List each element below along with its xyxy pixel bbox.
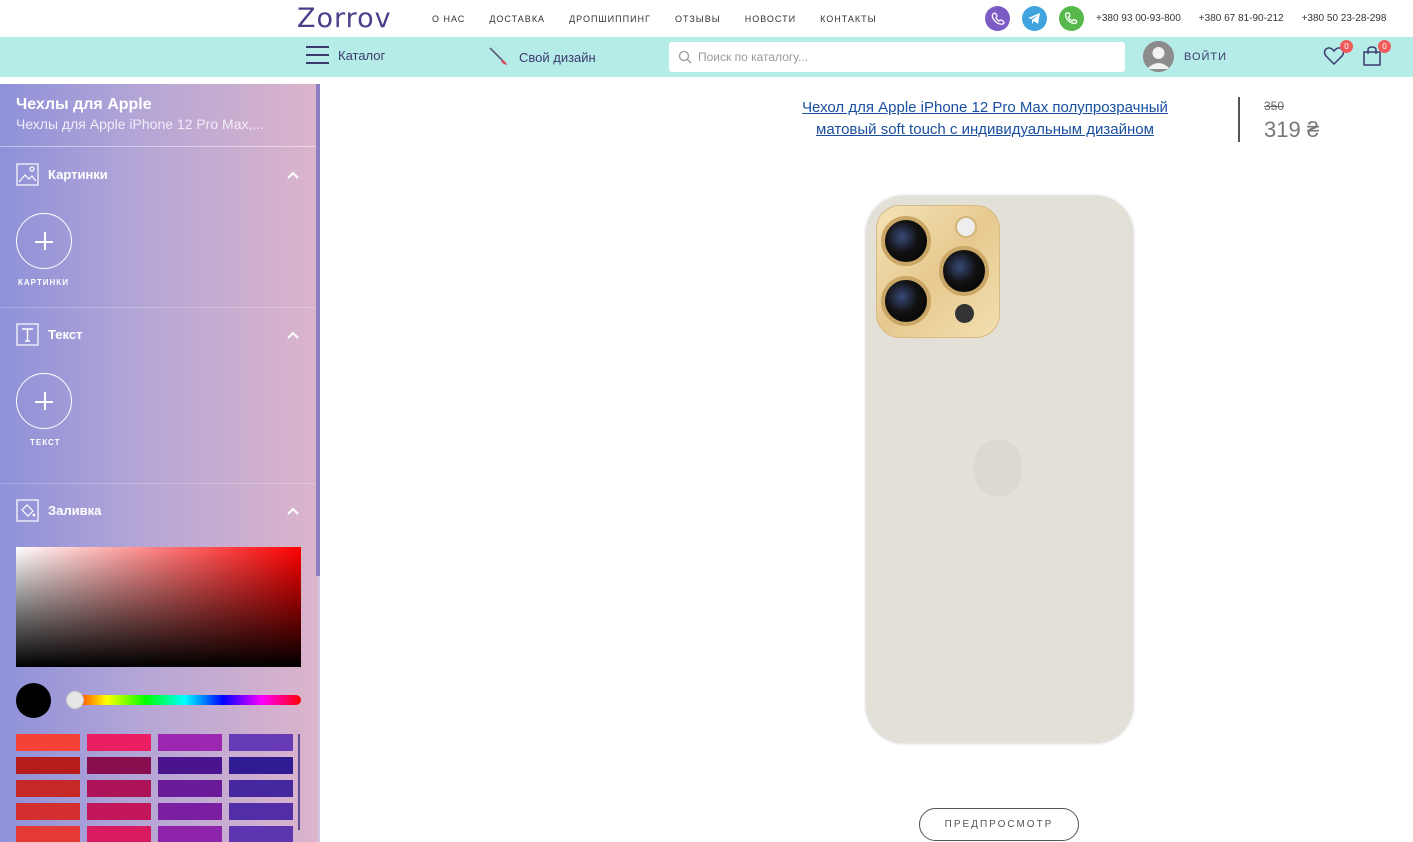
old-price: 350 [1264,99,1285,113]
selected-color-swatch [16,683,51,718]
camera-lens [881,216,931,266]
hue-slider[interactable] [68,695,301,705]
logo[interactable]: Zorrov [297,3,392,34]
color-swatch[interactable] [87,826,151,842]
cart-count-badge: 0 [1378,40,1391,53]
color-swatch[interactable] [16,780,80,797]
hamburger-icon [306,46,329,64]
wishlist-count-badge: 0 [1340,40,1353,53]
nav-dropshipping[interactable]: ДРОПШИППИНГ [569,14,651,24]
add-image-label: КАРТИНКИ [18,278,69,287]
camera-lens [939,246,989,296]
section-fill-title: Заливка [48,503,102,518]
color-swatch[interactable] [87,757,151,774]
search-box [669,42,1125,72]
custom-design-button[interactable]: Свой дизайн [487,45,596,69]
camera-flash [955,216,977,238]
sub-bar: Каталог Свой дизайн ВОЙТИ 0 [0,37,1413,77]
phone-number[interactable]: +380 50 23-28-298 [1302,13,1387,24]
add-text-button[interactable] [16,373,72,429]
color-swatch[interactable] [158,734,222,751]
section-images-header[interactable]: Картинки [16,163,300,186]
text-icon [16,323,39,346]
add-text-label: ТЕКСТ [30,438,61,447]
add-image-button[interactable] [16,213,72,269]
wishlist-button[interactable]: 0 [1323,40,1353,69]
price-divider [1238,97,1240,142]
color-swatch[interactable] [87,780,151,797]
sidebar-title: Чехлы для Apple [16,96,152,113]
color-swatch[interactable] [229,826,293,842]
color-swatch[interactable] [229,803,293,820]
nav-reviews[interactable]: ОТЗЫВЫ [675,14,721,24]
divider [0,483,318,484]
color-swatch[interactable] [158,757,222,774]
color-swatch[interactable] [229,757,293,774]
top-nav: О НАС ДОСТАВКА ДРОПШИППИНГ ОТЗЫВЫ НОВОСТ… [432,14,901,24]
section-images-title: Картинки [48,167,108,182]
nav-about[interactable]: О НАС [432,14,465,24]
color-swatch[interactable] [229,780,293,797]
catalog-label: Каталог [338,47,386,63]
design-label: Свой дизайн [519,49,596,65]
current-price: 319 ₴ [1264,117,1320,142]
phone-list: +380 93 00-93-800 +380 67 81-90-212 +380… [1096,13,1404,24]
product-title[interactable]: Чехол для Apple iPhone 12 Pro Max полупр… [792,97,1178,141]
color-swatch[interactable] [16,826,80,842]
login-label: ВОЙТИ [1184,50,1228,63]
phone-number[interactable]: +380 67 81-90-212 [1199,13,1284,24]
palette-scrollbar[interactable] [298,734,300,830]
color-swatch[interactable] [229,734,293,751]
sidebar-subtitle: Чехлы для Apple iPhone 12 Pro Max,... [16,116,265,132]
section-text-title: Текст [48,327,83,342]
search-icon [678,50,692,64]
chevron-up-icon[interactable] [286,330,300,340]
avatar [1143,41,1174,72]
color-swatch[interactable] [16,757,80,774]
lidar-sensor [955,304,974,323]
design-sidebar: Чехлы для Apple Чехлы для Apple iPhone 1… [0,84,318,842]
chevron-up-icon[interactable] [286,170,300,180]
phone-icon[interactable] [1059,6,1084,31]
telegram-icon[interactable] [1022,6,1047,31]
hue-slider-handle[interactable] [66,691,84,709]
search-input[interactable] [698,42,1118,72]
section-fill-header[interactable]: Заливка [16,499,300,522]
color-saturation-picker[interactable] [16,547,301,667]
section-text-header[interactable]: Текст [16,323,300,346]
preview-button[interactable]: ПРЕДПРОСМОТР [919,808,1079,841]
apple-logo-icon [974,440,1022,496]
nav-contacts[interactable]: КОНТАКТЫ [820,14,877,24]
camera-module [876,205,1000,338]
viber-icon[interactable] [985,6,1010,31]
color-swatch[interactable] [158,780,222,797]
color-swatch[interactable] [158,803,222,820]
divider [0,146,318,147]
image-icon [16,163,39,186]
color-palette [16,734,296,842]
color-swatch[interactable] [87,734,151,751]
top-bar: Zorrov О НАС ДОСТАВКА ДРОПШИППИНГ ОТЗЫВЫ… [0,0,1413,37]
brush-icon [489,47,507,65]
paint-bucket-icon [16,499,39,522]
phone-number[interactable]: +380 93 00-93-800 [1096,13,1181,24]
login-button[interactable]: ВОЙТИ [1143,41,1227,72]
catalog-button[interactable]: Каталог [306,46,385,64]
camera-lens [881,276,931,326]
color-swatch[interactable] [87,803,151,820]
chevron-up-icon[interactable] [286,506,300,516]
nav-delivery[interactable]: ДОСТАВКА [489,14,545,24]
nav-news[interactable]: НОВОСТИ [745,14,796,24]
divider [0,307,318,308]
cart-button[interactable]: 0 [1361,40,1391,69]
color-swatch[interactable] [16,803,80,820]
color-swatch[interactable] [16,734,80,751]
sidebar-scrollbar[interactable] [316,84,320,576]
color-swatch[interactable] [158,826,222,842]
